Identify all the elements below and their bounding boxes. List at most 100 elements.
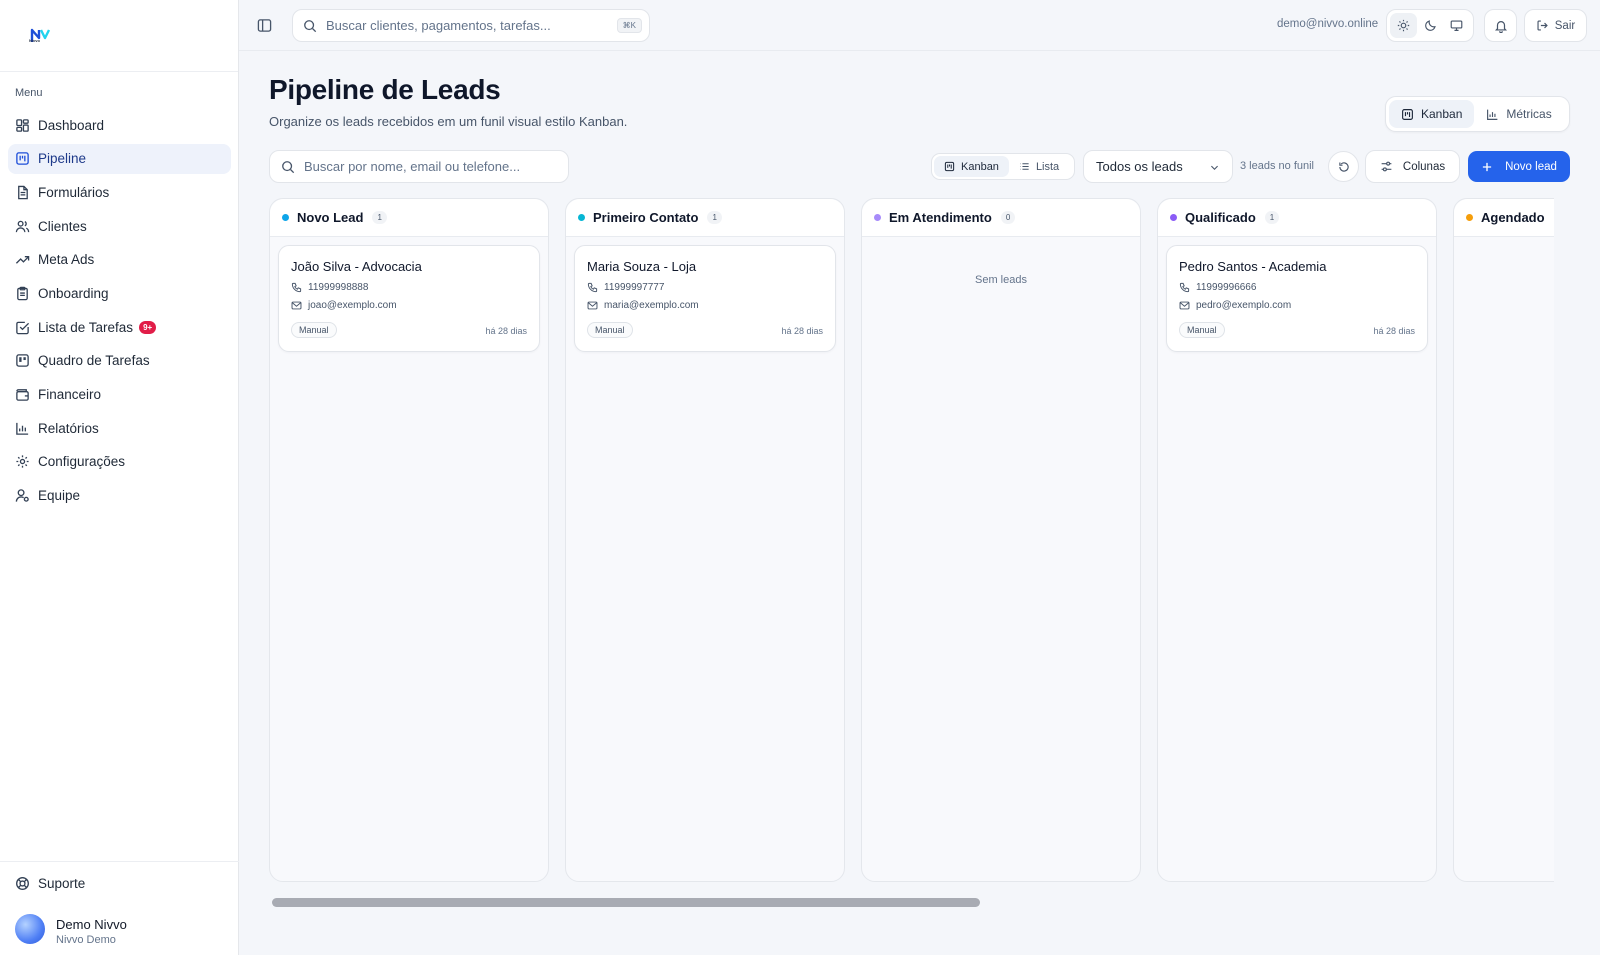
bell-icon — [1494, 20, 1507, 33]
column-title: Qualificado — [1185, 210, 1256, 225]
sidebar-item-meta-ads[interactable]: Meta Ads — [8, 245, 231, 275]
lead-age: há 28 dias — [1373, 326, 1415, 336]
sidebar-item-pipeline[interactable]: Pipeline — [8, 143, 231, 174]
sidebar-item-lista-de-tarefas[interactable]: Lista de Tarefas 9+ — [8, 312, 231, 342]
column-count: 0 — [1000, 211, 1016, 224]
columns-button[interactable]: Colunas — [1365, 150, 1460, 183]
column-count: 1 — [707, 211, 722, 224]
lead-email-row: maria@exemplo.com — [587, 300, 699, 311]
user-name: Demo Nivvo — [56, 917, 127, 932]
lead-source-tag: Manual — [1179, 322, 1225, 338]
column-header: Em Atendimento 0 — [862, 199, 1140, 237]
moon-icon — [1424, 20, 1436, 31]
user-email: demo@nivvo.online — [1277, 18, 1379, 30]
lifebuoy-icon — [16, 877, 29, 890]
kanban-icon — [944, 161, 955, 172]
mail-icon — [1179, 301, 1190, 310]
lead-filter-value: Todos os leads — [1096, 159, 1183, 174]
sidebar-item-financeiro[interactable]: Financeiro — [8, 380, 231, 410]
user-org: Nivvo Demo — [56, 934, 116, 946]
lead-name: João Silva - Advocacia — [291, 259, 422, 274]
sun-icon — [1397, 19, 1410, 32]
sidebar-item-label: Dashboard — [38, 117, 105, 133]
bar-chart-icon — [1487, 109, 1498, 120]
layout-label: Lista — [1035, 160, 1060, 173]
lead-email: joao@exemplo.com — [308, 300, 397, 311]
theme-switcher — [1386, 9, 1474, 42]
sidebar-item-label: Quadro de Tarefas — [38, 353, 150, 369]
kanban-board[interactable]: Novo Lead 1 João Silva - Advocacia 11999… — [269, 198, 1554, 882]
tab-metricas[interactable]: Métricas — [1474, 100, 1563, 128]
lead-email-row: joao@exemplo.com — [291, 300, 397, 311]
tab-kanban[interactable]: Kanban — [1389, 100, 1475, 128]
check-square-icon — [16, 321, 30, 334]
global-search-input[interactable] — [326, 18, 606, 33]
column-title: Agendado — [1481, 210, 1545, 225]
view-switch: Kanban Métricas — [1385, 96, 1570, 132]
leads-count: 3 leads no funil — [1240, 160, 1314, 172]
menu-title: Menu — [15, 87, 43, 99]
logo-text: Nivvo — [29, 38, 40, 43]
lead-phone-row: 11999996666 — [1179, 282, 1256, 293]
lead-age: há 28 dias — [781, 326, 823, 336]
support-link[interactable]: Suporte — [15, 876, 85, 891]
lead-search-input[interactable] — [304, 159, 544, 174]
lead-email-row: pedro@exemplo.com — [1179, 300, 1291, 311]
dark-theme-button[interactable] — [1417, 13, 1444, 38]
notifications-button[interactable] — [1484, 9, 1517, 42]
lead-phone: 11999996666 — [1196, 282, 1257, 293]
column-header: Agendado — [1454, 199, 1554, 237]
light-theme-button[interactable] — [1390, 13, 1417, 38]
sidebar-item-label: Relatórios — [38, 420, 99, 436]
clipboard-icon — [17, 286, 28, 301]
lead-email: maria@exemplo.com — [604, 300, 699, 311]
sidebar-item-label: Pipeline — [38, 151, 87, 167]
lead-search[interactable] — [269, 150, 569, 183]
system-theme-button[interactable] — [1443, 13, 1470, 38]
column-header: Qualificado 1 — [1158, 199, 1436, 237]
refresh-button[interactable] — [1328, 151, 1359, 182]
layout-kanban-button[interactable]: Kanban — [934, 156, 1009, 177]
sidebar-item-configuracoes[interactable]: Configurações — [8, 447, 231, 477]
column-color-dot — [1170, 214, 1177, 221]
lead-card[interactable]: Maria Souza - Loja 11999997777 maria@exe… — [574, 245, 836, 352]
logout-icon — [1537, 20, 1548, 31]
mail-icon — [291, 301, 302, 310]
logo-area: Nivvo — [0, 0, 238, 72]
kanban-column-primeiro-contato: Primeiro Contato 1 Maria Souza - Loja 11… — [565, 198, 845, 882]
sidebar-item-relatorios[interactable]: Relatórios — [8, 413, 231, 443]
user-team-icon — [15, 489, 29, 502]
lead-card[interactable]: João Silva - Advocacia 11999998888 joao@… — [278, 245, 540, 352]
lead-card[interactable]: Pedro Santos - Academia 11999996666 pedr… — [1166, 245, 1428, 352]
column-title: Novo Lead — [297, 210, 364, 225]
sidebar-item-clientes[interactable]: Clientes — [8, 211, 231, 241]
columns-label: Colunas — [1402, 160, 1446, 173]
global-search[interactable]: ⌘K — [292, 9, 650, 42]
sidebar-item-dashboard[interactable]: Dashboard — [8, 110, 231, 140]
column-header: Novo Lead 1 — [270, 199, 548, 237]
sidebar: Nivvo Menu Dashboard Pipeline Formulário… — [0, 0, 239, 955]
logout-label: Sair — [1554, 19, 1576, 32]
nivvo-logo-icon[interactable] — [29, 26, 51, 46]
logout-button[interactable]: Sair — [1524, 9, 1587, 42]
layout-list-button[interactable]: Lista — [1009, 156, 1069, 177]
avatar[interactable] — [15, 914, 45, 944]
lead-phone: 11999997777 — [604, 282, 665, 293]
sidebar-item-label: Equipe — [38, 488, 81, 504]
lead-filter-select[interactable]: Todos os leads — [1083, 150, 1233, 183]
sidebar-item-formularios[interactable]: Formulários — [8, 177, 231, 207]
new-lead-button[interactable]: Novo lead — [1468, 151, 1570, 182]
sidebar-toggle-icon[interactable] — [257, 18, 272, 33]
sidebar-item-equipe[interactable]: Equipe — [8, 481, 231, 511]
trending-up-icon — [15, 256, 30, 264]
empty-column-text: Sem leads — [975, 274, 1027, 286]
sidebar-item-onboarding[interactable]: Onboarding — [8, 278, 231, 308]
column-title: Em Atendimento — [889, 210, 992, 225]
board-horizontal-scrollbar[interactable] — [272, 898, 980, 907]
sidebar-item-label: Meta Ads — [38, 252, 95, 268]
sidebar-item-quadro-de-tarefas[interactable]: Quadro de Tarefas — [8, 346, 231, 376]
sidebar-item-label: Formulários — [38, 184, 110, 200]
column-color-dot — [282, 214, 289, 221]
page-subtitle: Organize os leads recebidos em um funil … — [269, 114, 628, 129]
sidebar-item-label: Clientes — [38, 218, 87, 234]
